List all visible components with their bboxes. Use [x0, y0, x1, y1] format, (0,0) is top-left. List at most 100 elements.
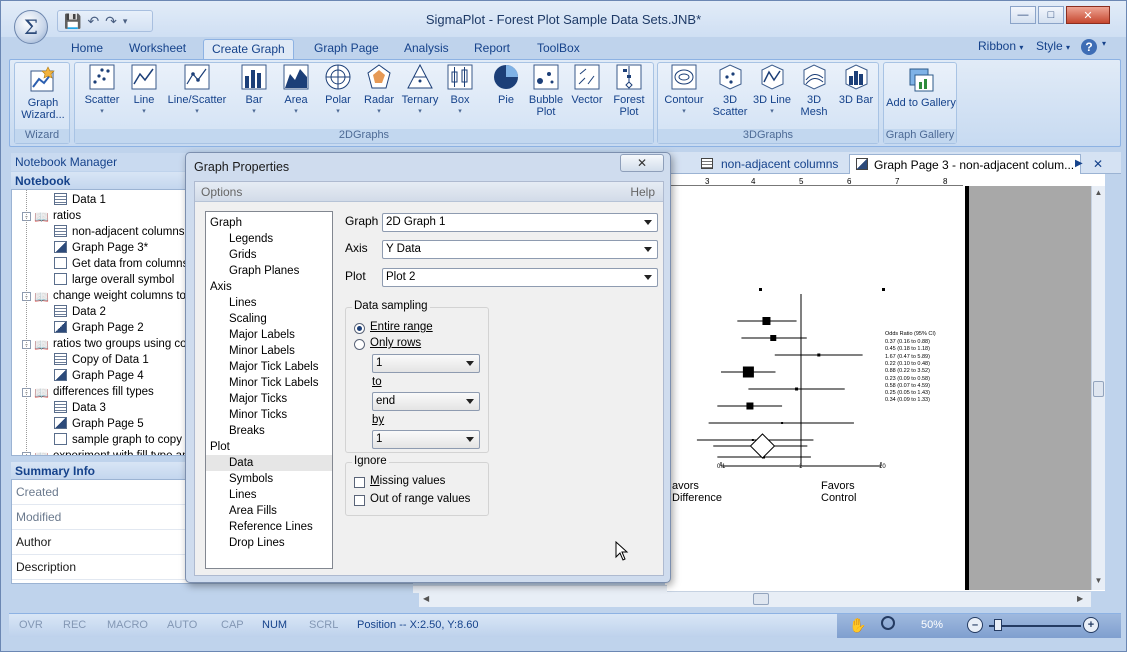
- tree-item[interactable]: Copy of Data 1: [54, 352, 149, 368]
- horizontal-scroll-thumb[interactable]: [753, 593, 769, 605]
- minimize-button[interactable]: —: [1010, 6, 1036, 24]
- dialog-close-button[interactable]: ✕: [620, 154, 664, 172]
- doc-tab-worksheet[interactable]: non-adjacent columns: [695, 154, 844, 174]
- property-area-fills[interactable]: Area Fills: [206, 503, 332, 519]
- property-major-tick-labels[interactable]: Major Tick Labels: [206, 359, 332, 375]
- tab-prev-partial[interactable]: [667, 154, 695, 174]
- property-symbols[interactable]: Symbols: [206, 471, 332, 487]
- property-reference-lines[interactable]: Reference Lines: [206, 519, 332, 535]
- ribbon-menu[interactable]: Ribbon ▾: [978, 39, 1023, 53]
- graph-select[interactable]: 2D Graph 1: [382, 213, 658, 232]
- close-tab-icon[interactable]: ✕: [1087, 154, 1109, 174]
- scatter-graph-button[interactable]: Scatter ▾: [82, 62, 122, 118]
- tree-item[interactable]: Graph Page 2: [54, 320, 144, 336]
- tab-toolbox[interactable]: ToolBox: [529, 39, 588, 59]
- help-link[interactable]: Help: [630, 182, 655, 202]
- tree-item[interactable]: Data 3: [54, 400, 106, 416]
- tree-item[interactable]: Data 2: [54, 304, 106, 320]
- polar-graph-button[interactable]: Polar ▾: [318, 62, 358, 118]
- tab-analysis[interactable]: Analysis: [396, 39, 457, 59]
- scroll-right-icon[interactable]: ▶: [1077, 594, 1083, 603]
- line-3d-graph-button[interactable]: 3D Line ▾: [752, 62, 792, 118]
- property-minor-labels[interactable]: Minor Labels: [206, 343, 332, 359]
- application-menu-button[interactable]: Σ: [14, 10, 48, 44]
- tab-graph-page[interactable]: Graph Page: [306, 39, 387, 59]
- tree-item[interactable]: Get data from columns: [54, 256, 188, 272]
- mesh-3d-graph-button[interactable]: 3D Mesh: [794, 62, 834, 118]
- missing-values-checkbox[interactable]: [354, 477, 365, 488]
- plot-select[interactable]: Plot 2: [382, 268, 658, 287]
- graph-wizard-button[interactable]: Graph Wizard...: [17, 65, 69, 121]
- tree-item[interactable]: large overall symbol: [54, 272, 174, 288]
- pie-graph-button[interactable]: Pie: [486, 62, 526, 106]
- zoom-out-button[interactable]: –: [967, 617, 983, 633]
- property-minor-ticks[interactable]: Minor Ticks: [206, 407, 332, 423]
- property-legends[interactable]: Legends: [206, 231, 332, 247]
- axis-select[interactable]: Y Data: [382, 240, 658, 259]
- doc-tab-graph-page[interactable]: Graph Page 3 - non-adjacent colum...: [849, 154, 1082, 174]
- tree-item[interactable]: Graph Page 4: [54, 368, 144, 384]
- out-of-range-label[interactable]: Out of range values: [370, 493, 470, 505]
- property-graph[interactable]: Graph: [206, 215, 332, 231]
- help-dropdown-icon[interactable]: ▾: [1102, 39, 1106, 48]
- scatter-3d-graph-button[interactable]: 3D Scatter: [710, 62, 750, 118]
- property-lines[interactable]: Lines: [206, 487, 332, 503]
- bubble-graph-button[interactable]: Bubble Plot: [524, 62, 568, 118]
- style-menu[interactable]: Style ▾: [1036, 39, 1070, 53]
- property-breaks[interactable]: Breaks: [206, 423, 332, 439]
- forest-graph-button[interactable]: Forest Plot: [609, 62, 649, 118]
- property-minor-tick-labels[interactable]: Minor Tick Labels: [206, 375, 332, 391]
- scroll-down-icon[interactable]: ▼: [1092, 576, 1105, 585]
- out-of-range-checkbox[interactable]: [354, 495, 365, 506]
- property-major-labels[interactable]: Major Labels: [206, 327, 332, 343]
- area-graph-button[interactable]: Area ▾: [276, 62, 316, 118]
- zoom-magnifier-icon[interactable]: [881, 616, 895, 630]
- scroll-up-icon[interactable]: ▲: [1092, 188, 1105, 197]
- ternary-graph-button[interactable]: Ternary ▾: [399, 62, 441, 118]
- maximize-button[interactable]: □: [1038, 6, 1064, 24]
- entire-range-label[interactable]: Entire range: [370, 321, 433, 333]
- tab-worksheet[interactable]: Worksheet: [121, 39, 194, 59]
- vertical-scroll-thumb[interactable]: [1093, 381, 1104, 397]
- radar-graph-button[interactable]: Radar ▾: [359, 62, 399, 118]
- tree-section[interactable]: - 📖 ratios: [22, 208, 81, 224]
- bar-3d-graph-button[interactable]: 3D Bar: [836, 62, 876, 106]
- tree-section[interactable]: - 📖 change weight columns to c: [22, 288, 195, 304]
- property-plot[interactable]: Plot: [206, 439, 332, 455]
- tab-create-graph[interactable]: Create Graph: [203, 39, 294, 59]
- property-axis[interactable]: Axis: [206, 279, 332, 295]
- add-to-gallery-button[interactable]: Add to Gallery: [886, 65, 956, 109]
- vector-graph-button[interactable]: Vector: [567, 62, 607, 106]
- tab-report[interactable]: Report: [466, 39, 518, 59]
- line-graph-button[interactable]: Line ▾: [124, 62, 164, 118]
- rows-from-select[interactable]: 1: [372, 354, 480, 373]
- tree-section[interactable]: - 📖 differences fill types: [22, 384, 154, 400]
- tree-item[interactable]: Graph Page 5: [54, 416, 144, 432]
- rows-by-select[interactable]: 1: [372, 430, 480, 449]
- pan-hand-icon[interactable]: ✋: [849, 617, 866, 634]
- scroll-left-icon[interactable]: ◀: [423, 594, 429, 603]
- tree-item[interactable]: Graph Page 3*: [54, 240, 148, 256]
- tab-home[interactable]: Home: [63, 39, 111, 59]
- box-graph-button[interactable]: Box ▾: [440, 62, 480, 118]
- tree-section[interactable]: - 📖 ratios two groups using colu: [22, 336, 196, 352]
- tree-horizontal-scrollbar[interactable]: [413, 585, 667, 593]
- tree-item[interactable]: non-adjacent columns: [54, 224, 185, 240]
- property-graph-planes[interactable]: Graph Planes: [206, 263, 332, 279]
- rows-to-select[interactable]: end: [372, 392, 480, 411]
- zoom-slider-thumb[interactable]: [994, 619, 1002, 631]
- property-scaling[interactable]: Scaling: [206, 311, 332, 327]
- only-rows-label[interactable]: Only rows: [370, 337, 421, 349]
- bar-graph-button[interactable]: Bar ▾: [234, 62, 274, 118]
- line-scatter-graph-button[interactable]: Line/Scatter ▾: [164, 62, 230, 118]
- missing-values-label[interactable]: Missing values: [370, 475, 445, 487]
- tree-item[interactable]: Data 1: [54, 192, 106, 208]
- tab-scroll-right-icon[interactable]: ▶: [1069, 154, 1089, 174]
- vertical-scrollbar[interactable]: ▲ ▼: [1091, 186, 1105, 590]
- property-lines[interactable]: Lines: [206, 295, 332, 311]
- entire-range-radio[interactable]: [354, 323, 365, 334]
- close-button[interactable]: ✕: [1066, 6, 1110, 24]
- help-icon[interactable]: ?: [1081, 39, 1097, 55]
- property-drop-lines[interactable]: Drop Lines: [206, 535, 332, 551]
- contour-graph-button[interactable]: Contour ▾: [660, 62, 708, 118]
